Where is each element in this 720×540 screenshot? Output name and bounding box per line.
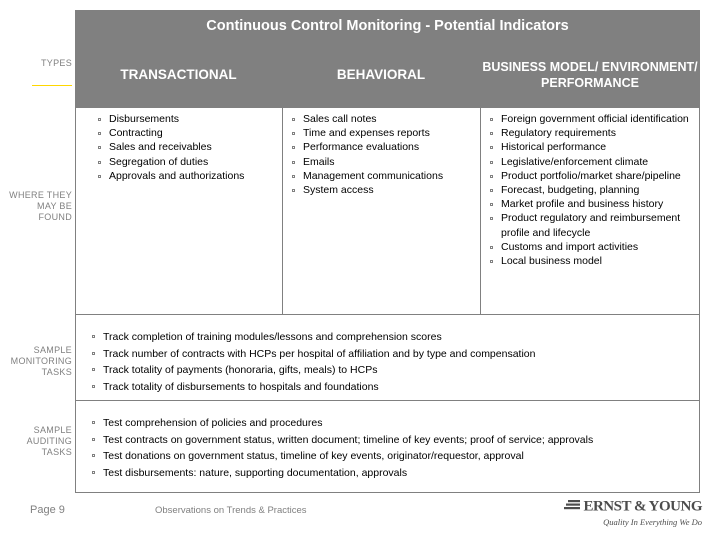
row-label-where-found: WHERE THEY MAY BE FOUND [9, 190, 72, 222]
slide-canvas: Continuous Control Monitoring - Potentia… [0, 0, 720, 540]
list-item: Sales call notes [290, 112, 476, 126]
column-divider-1 [282, 108, 283, 314]
row-divider-1 [75, 314, 700, 315]
page-number: Page 9 [30, 504, 65, 516]
logo-tagline: Quality In Everything We Do [603, 517, 702, 527]
list-item: Foreign government official identificati… [488, 112, 694, 126]
list-item: Time and expenses reports [290, 126, 476, 140]
column-header-behavioral: BEHAVIORAL [336, 67, 426, 82]
list-item: Track number of contracts with HCPs per … [90, 346, 690, 363]
list-item: Forecast, budgeting, planning [488, 183, 694, 197]
row-label-sample-auditing: SAMPLE AUDITING TASKS [26, 425, 72, 457]
list-item: Approvals and authorizations [96, 169, 276, 183]
list-item: Test disbursements: nature, supporting d… [90, 465, 690, 482]
list-item: Sales and receivables [96, 140, 276, 154]
list-item: Market profile and business history [488, 197, 694, 211]
logo-text: ERNST & YOUNG [583, 498, 702, 515]
list-item: Performance evaluations [290, 140, 476, 154]
list-item: Test contracts on government status, wri… [90, 432, 690, 449]
row-label-types: TYPES [40, 58, 72, 68]
list-item: Test comprehension of policies and proce… [90, 415, 690, 432]
list-item: Track totality of disbursements to hospi… [90, 379, 690, 396]
logo-wordmark: ERNST & YOUNG [564, 498, 702, 516]
list-item: Customs and import activities [488, 240, 694, 254]
ernst-young-logo: ERNST & YOUNG Quality In Everything We D… [564, 498, 702, 527]
list-item: Contracting [96, 126, 276, 140]
list-item: System access [290, 183, 476, 197]
list-item: Disbursements [96, 112, 276, 126]
list-item: Product regulatory and reimbursement pro… [488, 211, 694, 239]
accent-underline [32, 85, 72, 86]
footer-subtitle: Observations on Trends & Practices [155, 505, 307, 516]
slide-title: Continuous Control Monitoring - Potentia… [75, 10, 700, 42]
column-header-transactional: TRANSACTIONAL [120, 67, 237, 82]
list-sample-monitoring-tasks: Track completion of training modules/les… [90, 329, 690, 395]
column-header-business-model: BUSINESS MODEL/ ENVIRONMENT/ PERFORMANCE [482, 60, 698, 90]
list-transactional: Disbursements Contracting Sales and rece… [96, 112, 276, 183]
row-label-sample-monitoring: SAMPLE MONITORING TASKS [10, 345, 72, 377]
row-divider-2 [75, 400, 700, 401]
list-item: Historical performance [488, 140, 694, 154]
column-header-band: TRANSACTIONAL BEHAVIORAL BUSINESS MODEL/… [75, 42, 700, 108]
list-item: Track totality of payments (honoraria, g… [90, 362, 690, 379]
list-item: Regulatory requirements [488, 126, 694, 140]
list-item: Local business model [488, 254, 694, 268]
list-business-model: Foreign government official identificati… [488, 112, 694, 268]
list-behavioral: Sales call notes Time and expenses repor… [290, 112, 476, 197]
list-item: Legislative/enforcement climate [488, 155, 694, 169]
list-item: Segregation of duties [96, 155, 276, 169]
list-item: Emails [290, 155, 476, 169]
list-item: Product portfolio/market share/pipeline [488, 169, 694, 183]
list-sample-auditing-tasks: Test comprehension of policies and proce… [90, 415, 690, 481]
list-item: Test donations on government status, tim… [90, 448, 690, 465]
list-item: Management communications [290, 169, 476, 183]
list-item: Track completion of training modules/les… [90, 329, 690, 346]
logo-bars-icon [564, 498, 581, 516]
column-divider-2 [480, 108, 481, 314]
